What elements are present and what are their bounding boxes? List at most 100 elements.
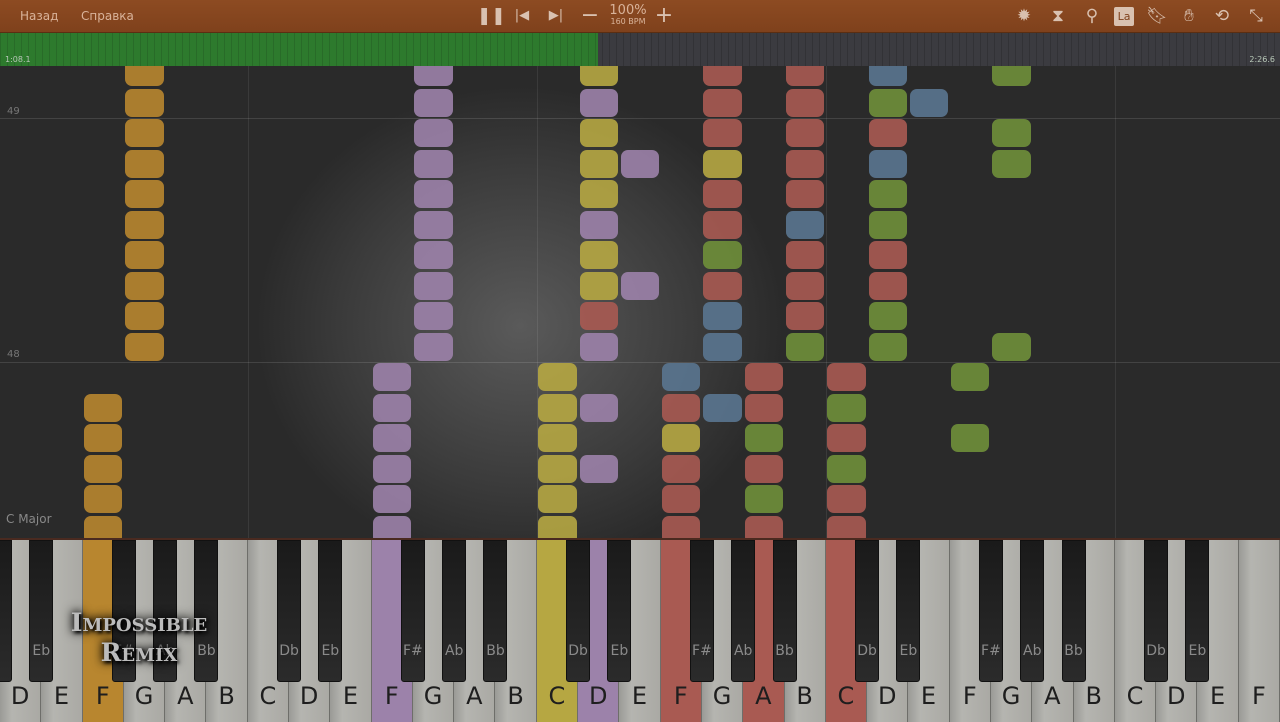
black-key-Bb[interactable]: Bb [483,540,508,682]
pause-icon[interactable]: ❚❚ [477,6,506,26]
note-block [992,66,1031,86]
note-block [827,363,866,391]
plus-icon[interactable]: + [653,5,675,27]
magnifier-icon[interactable]: ⚲ [1081,6,1103,26]
note-block [786,66,825,86]
note-block [84,393,123,422]
note-block [868,180,907,208]
note-block [951,424,990,452]
white-key-F[interactable]: F [1238,540,1280,722]
hand-icon[interactable]: ✋︎ [1178,6,1200,26]
key-label: F# [692,643,712,659]
note-block [868,332,907,361]
note-block [414,88,453,117]
note-block [125,210,164,239]
note-block [373,485,412,513]
black-key-Ab[interactable]: Ab [1020,540,1045,682]
note-block [662,424,701,452]
key-label: B [796,682,813,710]
key-label: Db [1146,643,1166,659]
key-label: Bb [1064,643,1083,659]
black-key-Eb[interactable]: Eb [607,540,632,682]
note-block [414,180,453,208]
measure-line [0,118,1280,119]
note-block [744,393,783,422]
skip-forward-icon[interactable]: ▶| [545,6,567,26]
measure-line [0,362,1280,363]
black-key-Db[interactable]: Db [855,540,880,682]
note-block [579,119,618,147]
note-block [579,180,618,208]
key-label: F [1251,682,1266,710]
note-block [868,302,907,330]
key-label: A [466,682,483,710]
key-label: D [877,682,897,710]
note-block [579,271,618,300]
minus-icon[interactable]: − [579,5,601,27]
note-block [786,241,825,269]
key-label: Eb [321,643,340,659]
key-label: F [962,682,977,710]
note-block [868,149,907,178]
note-block [414,149,453,178]
black-key-Eb[interactable]: Eb [318,540,343,682]
note-block [868,88,907,117]
black-key-Db[interactable] [0,540,12,682]
black-key-F#[interactable]: F# [689,540,714,682]
bookmark-icon[interactable]: 🔖︎ [1146,6,1168,26]
note-block [620,149,660,178]
note-block [414,66,453,86]
note-block [538,424,577,452]
help-menu[interactable]: Справка [81,9,134,23]
note-block [579,241,618,269]
note-block [868,210,907,239]
exit-fullscreen-icon[interactable]: ⤡ [1245,6,1267,26]
key-label: F# [981,643,1001,659]
note-block [827,485,866,513]
note-block [579,88,618,117]
key-label: G [1001,682,1021,710]
note-block [868,271,907,300]
note-block [414,241,453,269]
note-block [992,149,1031,178]
black-key-F#[interactable]: F# [400,540,425,682]
note-block [125,149,164,178]
note-block [786,271,825,300]
note-block [662,515,701,538]
black-key-Bb[interactable]: Bb [1061,540,1086,682]
black-key-Db[interactable]: Db [277,540,302,682]
note-block [579,302,618,330]
key-label: E [1209,682,1226,710]
note-block [84,424,123,452]
note-block [373,454,412,483]
black-key-Ab[interactable]: Ab [731,540,756,682]
timeline-progress-bar[interactable]: 1:08.1 2:26.6 [0,33,1280,66]
note-block [125,271,164,300]
note-block [414,332,453,361]
skip-back-icon[interactable]: |◀ [511,6,533,26]
black-key-Eb[interactable]: Eb [1185,540,1210,682]
note-block [703,271,742,300]
key-label: F [95,682,110,710]
note-block [125,180,164,208]
back-menu[interactable]: Назад [20,9,58,23]
label-button[interactable]: La [1114,7,1134,26]
note-block [827,424,866,452]
key-label: C [259,682,277,710]
black-key-Db[interactable]: Db [566,540,591,682]
black-key-Bb[interactable]: Bb [772,540,797,682]
metronome-icon[interactable]: ⧗ [1047,6,1069,26]
black-key-F#[interactable]: F# [978,540,1003,682]
current-time: 1:08.1 [5,55,31,64]
loop-icon[interactable]: ⟲ [1211,6,1233,26]
note-block [827,454,866,483]
note-block [414,210,453,239]
gear-icon[interactable]: ✹ [1013,6,1035,26]
black-key-Db[interactable]: Db [1144,540,1169,682]
note-block [538,515,577,538]
black-key-Ab[interactable]: Ab [442,540,467,682]
black-key-Eb[interactable]: Eb [896,540,921,682]
note-block [538,363,577,391]
note-block [538,485,577,513]
note-block [744,454,783,483]
